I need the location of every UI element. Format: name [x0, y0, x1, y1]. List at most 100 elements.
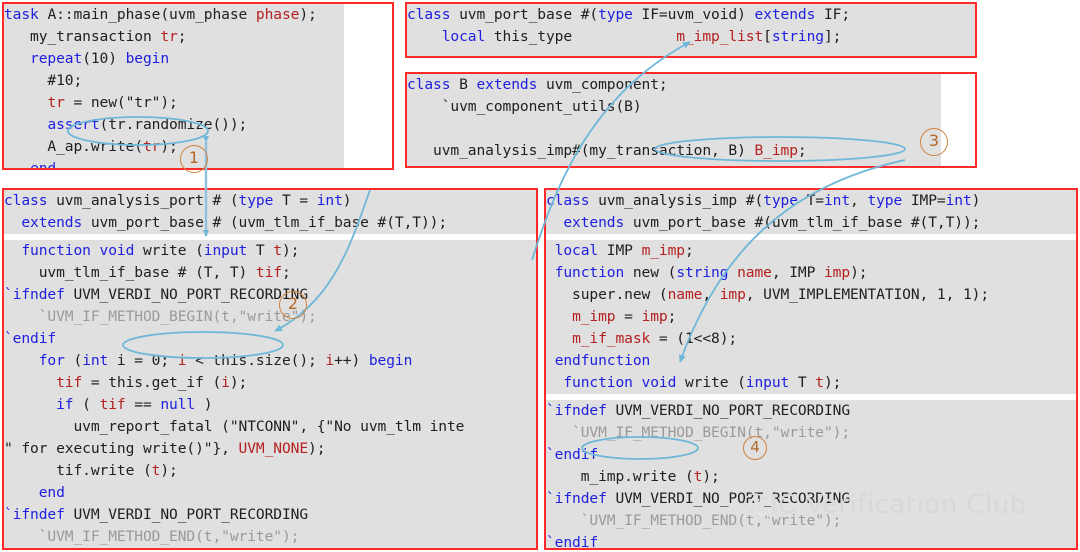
code-token: class — [407, 76, 460, 93]
code-token: imp — [719, 286, 746, 303]
code-token: (10) — [82, 50, 126, 67]
step-badge-2: 2 — [279, 291, 307, 319]
code-line: " for executing write()"}, UVM_NONE); — [4, 438, 536, 460]
code-token: assert — [47, 116, 100, 133]
code-token: class — [546, 192, 599, 209]
code-line: class uvm_port_base #(type IF=uvm_void) … — [407, 4, 975, 26]
code-line: `ifndef UVM_VERDI_NO_PORT_RECORDING — [546, 400, 1076, 422]
code-token: input — [203, 242, 248, 259]
code-token: string — [676, 264, 729, 281]
code-token: < this.size(); — [186, 352, 326, 369]
code-token: write ( — [676, 374, 746, 391]
code-line: `endif — [546, 444, 1076, 466]
code-token: type — [598, 6, 633, 23]
code-token: i = 0; — [108, 352, 178, 369]
code-line: function new (string name, IMP imp); — [546, 262, 1076, 284]
code-body-uvm-analysis-port: class uvm_analysis_port # (type T = int)… — [4, 190, 536, 548]
code-line: tif = this.get_if (i); — [4, 372, 536, 394]
code-line: uvm_tlm_if_base # (T, T) tif; — [4, 262, 536, 284]
code-line: `uvm_component_utils(B) — [407, 96, 941, 118]
code-token: , IMP — [771, 264, 824, 281]
code-line: super.new (name, imp, UVM_IMPLEMENTATION… — [546, 284, 1076, 306]
code-body-uvm-port-base: class uvm_port_base #(type IF=uvm_void) … — [407, 4, 975, 56]
code-token: ); — [308, 440, 326, 457]
code-token: repeat — [30, 50, 83, 67]
code-line: tif.write (t); — [4, 460, 536, 482]
code-token: for — [38, 352, 65, 369]
code-token: == — [125, 396, 161, 413]
code-token: int — [945, 192, 972, 209]
code-token: IMP= — [902, 192, 946, 209]
code-token: UVM_VERDI_NO_PORT_RECORDING — [64, 286, 309, 303]
code-token: name — [667, 286, 703, 303]
code-token: ) — [342, 192, 352, 209]
code-token: `endif — [4, 330, 57, 347]
code-line: end — [4, 482, 536, 504]
code-line: my_transaction tr; — [4, 26, 344, 48]
code-token: T = — [273, 192, 317, 209]
code-token: begin — [368, 352, 413, 369]
code-token: `UVM_IF_METHOD_BEGIN(t,"write"); — [4, 308, 317, 325]
code-token: i — [221, 374, 230, 391]
code-token: IF=uvm_void) — [632, 6, 755, 23]
code-token: local — [441, 28, 486, 45]
code-token: B — [459, 76, 477, 93]
code-line: repeat(10) begin — [4, 48, 344, 70]
code-token: my_transaction — [4, 28, 161, 45]
code-token: string — [771, 28, 824, 45]
code-line: A_ap.write(tr); — [4, 136, 344, 158]
code-panel-class-b: class B extends uvm_component; `uvm_comp… — [405, 72, 977, 168]
code-line: class uvm_analysis_imp #(type T=int, typ… — [546, 190, 1076, 212]
code-token: t — [815, 374, 824, 391]
code-token: " for executing write()"}, — [4, 440, 239, 457]
code-token: extends — [563, 214, 625, 231]
code-line: assert(tr.randomize()); — [4, 114, 344, 136]
code-token: IMP — [598, 242, 642, 259]
code-token: local — [554, 242, 599, 259]
code-token: ); — [299, 6, 317, 23]
code-token: int — [82, 352, 109, 369]
code-token: `ifndef — [4, 286, 65, 303]
code-token: , UVM_IMPLEMENTATION, 1, 1); — [745, 286, 990, 303]
code-token: type — [238, 192, 274, 209]
watermark-url: https://blog.csdn.net/Holden_Liu — [858, 527, 1053, 541]
code-panel-uvm-analysis-port: class uvm_analysis_port # (type T = int)… — [2, 188, 538, 550]
code-token: A_ap.write( — [4, 138, 143, 155]
code-token: (tr.randomize()); — [99, 116, 248, 133]
code-token: i — [325, 352, 335, 369]
code-token: int — [823, 192, 851, 209]
code-token: tif — [99, 396, 126, 413]
code-token: ; — [797, 142, 807, 159]
code-token: ) — [195, 396, 213, 413]
code-token: uvm_analysis_imp#(my_transaction, B) — [407, 142, 755, 159]
code-line: tr = new("tr"); — [4, 92, 344, 114]
code-token: m_if_mask — [572, 330, 651, 347]
code-token: UVM_VERDI_NO_PORT_RECORDING — [606, 402, 851, 419]
code-token: function — [554, 264, 625, 281]
code-token: m_imp.write ( — [546, 468, 694, 485]
code-lines-uvm-analysis-port: class uvm_analysis_port # (type T = int)… — [4, 190, 536, 548]
code-token: uvm_analysis_imp #( — [598, 192, 764, 209]
code-token: t — [273, 242, 282, 259]
code-token: ++) — [334, 352, 369, 369]
code-token: imp — [641, 308, 668, 325]
code-token: task — [4, 6, 48, 23]
code-line: `ifndef UVM_VERDI_NO_PORT_RECORDING — [4, 284, 536, 306]
code-token: ); — [229, 374, 248, 391]
code-line: `UVM_IF_METHOD_BEGIN(t,"write"); — [546, 422, 1076, 444]
code-token: name — [737, 264, 772, 281]
code-token: A::main_phase( — [47, 6, 170, 23]
code-line: `endif — [4, 548, 536, 550]
code-token: ]; — [823, 28, 842, 45]
code-line: `endif — [4, 328, 536, 350]
code-token: ); — [850, 264, 868, 281]
code-token: int — [316, 192, 343, 209]
